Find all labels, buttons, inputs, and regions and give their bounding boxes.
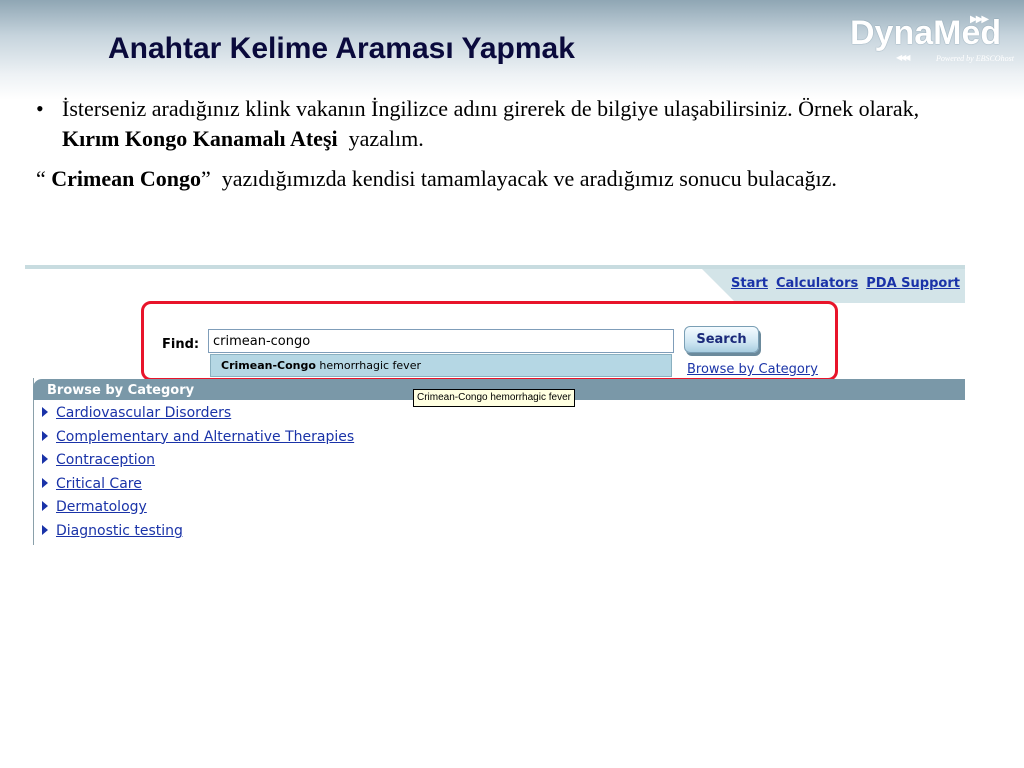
second-paragraph: “ Crimean Congo” yazıdığımızda kendisi t… [36,164,976,194]
highlight-box [141,301,838,381]
arrow-right-icon [42,430,48,441]
tooltip: Crimean-Congo hemorrhagic fever [413,389,575,407]
top-divider [25,265,965,269]
arrow-right-icon [42,407,48,417]
arrow-right-icon [42,477,48,488]
arrow-right-icon [42,454,48,465]
category-item[interactable]: Dermatology [42,499,354,523]
category-link[interactable]: Diagnostic testing [56,523,183,539]
category-link[interactable]: Dermatology [56,499,147,515]
nav-calculators-link[interactable]: Calculators [776,276,858,291]
category-item[interactable]: Complementary and Alternative Therapies [42,429,354,453]
paragraph-text: İsterseniz aradığınız klink vakanın İngi… [62,96,920,121]
logo-arrows-icon: ▶▶▶ [970,14,989,25]
category-item[interactable]: Diagnostic testing [42,523,354,547]
paragraph-end: yazalım. [348,126,424,151]
logo-arrows-left-icon: ◀◀◀ [896,53,911,62]
quoted-term: Crimean Congo [51,166,201,191]
category-list: Cardiovascular Disorders Complementary a… [42,405,354,547]
category-link[interactable]: Cardiovascular Disorders [56,405,231,421]
browse-header-title: Browse by Category [47,383,195,398]
dynamed-logo: DynaMed ▶▶▶ ◀◀◀ Powered by EBSCOhost [850,14,1020,66]
open-quote: “ [36,166,46,191]
dynamed-screenshot: Start Calculators PDA Support Find: Crimea… [25,265,965,545]
logo-tagline: Powered by EBSCOhost [936,54,1014,63]
arrow-right-icon [42,524,48,535]
close-quote: ” [200,166,211,191]
nav-links: Start Calculators PDA Support [731,276,968,291]
slide-body: • İsterseniz aradığınız klink vakanın İng… [36,94,976,194]
paragraph-rest: yazıdığımızda kendisi tamamlayacak ve ar… [221,166,837,191]
arrow-right-icon [42,501,48,512]
bullet-icon: • [36,96,44,121]
category-link[interactable]: Complementary and Alternative Therapies [56,429,354,445]
category-link[interactable]: Contraception [56,452,155,468]
category-link[interactable]: Critical Care [56,476,142,492]
category-item[interactable]: Cardiovascular Disorders [42,405,354,429]
bullet-paragraph: • İsterseniz aradığınız klink vakanın İng… [36,94,976,154]
slide-title: Anahtar Kelime Araması Yapmak [108,32,575,65]
category-item[interactable]: Contraception [42,452,354,476]
nav-start-link[interactable]: Start [731,276,768,291]
category-item[interactable]: Critical Care [42,476,354,500]
left-border [33,378,34,545]
paragraph-bold-term: Kırım Kongo Kanamalı Ateşi [62,126,338,151]
nav-pda-support-link[interactable]: PDA Support [866,276,960,291]
